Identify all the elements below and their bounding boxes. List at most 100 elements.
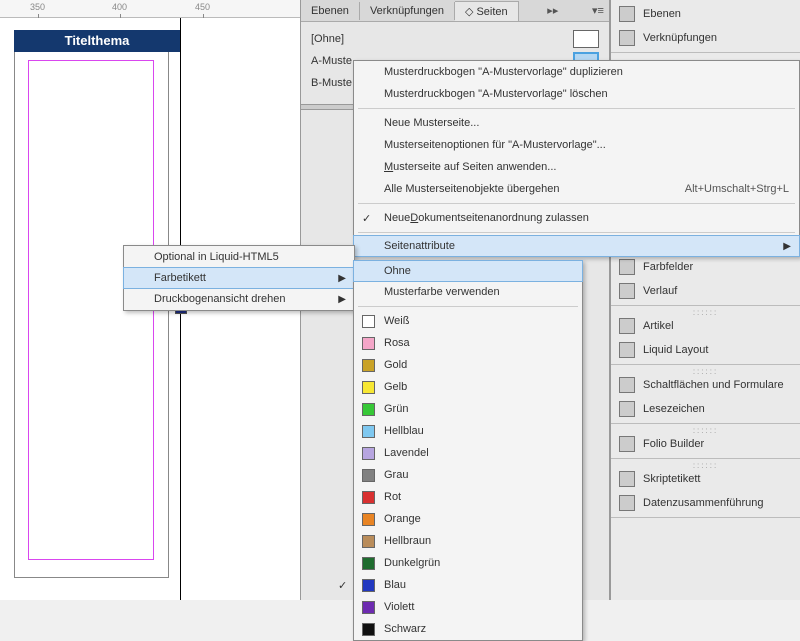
menu-master-options[interactable]: Musterseitenoptionen für "A-Mustervorlag… bbox=[354, 134, 799, 156]
dock-item-article[interactable]: Artikel bbox=[611, 314, 800, 338]
menu-optional-liquid[interactable]: Optional in Liquid-HTML5 bbox=[124, 246, 354, 268]
menu-separator bbox=[358, 108, 795, 109]
menu-new-master[interactable]: Neue Musterseite... bbox=[354, 112, 799, 134]
dock-item-folio[interactable]: Folio Builder bbox=[611, 432, 800, 456]
color-use-master[interactable]: Musterfarbe verwenden bbox=[354, 281, 582, 303]
color-swatch bbox=[362, 381, 375, 394]
master-a-label: A-Muste bbox=[311, 55, 352, 67]
menu-duplicate-master[interactable]: Musterdruckbogen "A-Mustervorlage" dupli… bbox=[354, 61, 799, 83]
color-option-label: Gelb bbox=[384, 381, 407, 393]
layers-icon bbox=[619, 6, 635, 22]
datamerge-icon bbox=[619, 495, 635, 511]
dock-label: Schaltflächen und Formulare bbox=[643, 379, 784, 391]
color-label-submenu[interactable]: Ohne Musterfarbe verwenden Weiß RosaGold G… bbox=[353, 260, 583, 641]
color-swatch bbox=[362, 315, 375, 328]
menu-rotate-spread[interactable]: Druckbogenansicht drehen▶ bbox=[124, 288, 354, 310]
color-option-orange[interactable]: Orange bbox=[354, 508, 582, 530]
color-option-label: Dunkelgrün bbox=[384, 557, 440, 569]
links-icon bbox=[619, 30, 635, 46]
panel-tab-row: Ebenen Verknüpfungen ◇ Seiten ▸▸ ▾≡ bbox=[301, 0, 609, 22]
gradient-icon bbox=[619, 283, 635, 299]
article-icon bbox=[619, 318, 635, 334]
menu-delete-master[interactable]: Musterdruckbogen "A-Mustervorlage" lösch… bbox=[354, 83, 799, 105]
submenu-arrow-icon: ▶ bbox=[783, 241, 791, 252]
color-option-label: Rot bbox=[384, 491, 401, 503]
master-none-thumb[interactable] bbox=[573, 30, 599, 48]
color-option-violett[interactable]: Violett bbox=[354, 596, 582, 618]
dock-label: Liquid Layout bbox=[643, 344, 708, 356]
dock-label: Verknüpfungen bbox=[643, 32, 717, 44]
dock-label: Lesezeichen bbox=[643, 403, 705, 415]
menu-page-attributes[interactable]: Seitenattribute▶ bbox=[353, 235, 800, 257]
pages-panel-context-menu[interactable]: Musterdruckbogen "A-Mustervorlage" dupli… bbox=[353, 60, 800, 257]
dock-item-buttons[interactable]: Schaltflächen und Formulare bbox=[611, 373, 800, 397]
color-option-rot[interactable]: Rot bbox=[354, 486, 582, 508]
check-icon: ✓ bbox=[338, 579, 347, 592]
color-swatch bbox=[362, 557, 375, 570]
color-option-lavendel[interactable]: Lavendel bbox=[354, 442, 582, 464]
menu-override-all[interactable]: Alle Musterseitenobjekte übergehenAlt+Um… bbox=[354, 178, 799, 200]
color-swatch bbox=[362, 359, 375, 372]
tab-layers[interactable]: Ebenen bbox=[301, 2, 360, 20]
tab-links[interactable]: Verknüpfungen bbox=[360, 2, 455, 20]
master-none-row[interactable]: [Ohne] bbox=[311, 28, 599, 50]
color-option-hellblau[interactable]: Hellblau bbox=[354, 420, 582, 442]
dock-label: Ebenen bbox=[643, 8, 681, 20]
color-option-gold[interactable]: Gold bbox=[354, 354, 582, 376]
color-option-schwarz[interactable]: Schwarz bbox=[354, 618, 582, 640]
liquid-icon bbox=[619, 342, 635, 358]
color-swatch bbox=[362, 601, 375, 614]
color-swatch bbox=[362, 623, 375, 636]
color-option-grau[interactable]: Grau bbox=[354, 464, 582, 486]
color-option-label: Blau bbox=[384, 579, 406, 591]
color-option-dunkelgrün[interactable]: Dunkelgrün bbox=[354, 552, 582, 574]
dock-item-datamerge[interactable]: Datenzusammenführung bbox=[611, 491, 800, 515]
color-swatch bbox=[362, 513, 375, 526]
color-option-label: Schwarz bbox=[384, 623, 426, 635]
dock-label: Artikel bbox=[643, 320, 674, 332]
panel-menu-icon[interactable]: ▾≡ bbox=[587, 4, 609, 17]
panel-collapse-icon[interactable]: ▸▸ bbox=[542, 4, 564, 17]
menu-separator bbox=[358, 203, 795, 204]
menu-separator bbox=[358, 232, 795, 233]
menu-allow-reflow[interactable]: ✓Neue Dokumentseitenanordnung zulassen bbox=[354, 207, 799, 229]
dock-item-layers[interactable]: Ebenen bbox=[611, 2, 800, 26]
ruler-tick: 450 bbox=[195, 2, 210, 12]
color-option-rosa[interactable]: Rosa bbox=[354, 332, 582, 354]
color-option-blau[interactable]: ✓Blau bbox=[354, 574, 582, 596]
menu-color-label[interactable]: Farbetikett▶ bbox=[123, 267, 355, 289]
color-option-hellbraun[interactable]: Hellbraun bbox=[354, 530, 582, 552]
color-option-label: Orange bbox=[384, 513, 421, 525]
dock-label: Datenzusammenführung bbox=[643, 497, 763, 509]
dock-item-swatches[interactable]: Farbfelder bbox=[611, 255, 800, 279]
page-attributes-submenu[interactable]: Optional in Liquid-HTML5 Farbetikett▶ Dr… bbox=[123, 245, 355, 311]
color-option-label: Weiß bbox=[384, 315, 409, 327]
color-option-label: Hellbraun bbox=[384, 535, 431, 547]
submenu-arrow-icon: ▶ bbox=[338, 294, 346, 305]
dock-item-links[interactable]: Verknüpfungen bbox=[611, 26, 800, 50]
menu-separator bbox=[358, 306, 578, 307]
check-icon: ✓ bbox=[362, 212, 371, 225]
dock-label: Verlauf bbox=[643, 285, 677, 297]
dock-label: Folio Builder bbox=[643, 438, 704, 450]
tab-pages-label: Seiten bbox=[476, 6, 507, 18]
forms-icon bbox=[619, 377, 635, 393]
dock-item-liquid[interactable]: Liquid Layout bbox=[611, 338, 800, 362]
dock-item-scriptlabel[interactable]: Skriptetikett bbox=[611, 467, 800, 491]
page-title: Titelthema bbox=[14, 30, 180, 52]
menu-apply-master[interactable]: Musterseite auf Seiten anwenden... bbox=[354, 156, 799, 178]
color-option-weiß[interactable]: Weiß bbox=[354, 310, 582, 332]
color-swatch bbox=[362, 425, 375, 438]
color-swatch bbox=[362, 337, 375, 350]
master-b-label: B-Muste bbox=[311, 77, 352, 89]
dock-item-bookmarks[interactable]: Lesezeichen bbox=[611, 397, 800, 421]
ruler-horizontal: 350 400 450 bbox=[0, 0, 300, 18]
tab-pages[interactable]: ◇ Seiten bbox=[455, 1, 519, 21]
dock-item-gradient[interactable]: Verlauf bbox=[611, 279, 800, 303]
color-swatch bbox=[362, 469, 375, 482]
color-none[interactable]: Ohne bbox=[353, 260, 583, 282]
color-option-gelb[interactable]: Gelb bbox=[354, 376, 582, 398]
bookmark-icon bbox=[619, 401, 635, 417]
color-swatch bbox=[362, 491, 375, 504]
color-option-grün[interactable]: Grün bbox=[354, 398, 582, 420]
